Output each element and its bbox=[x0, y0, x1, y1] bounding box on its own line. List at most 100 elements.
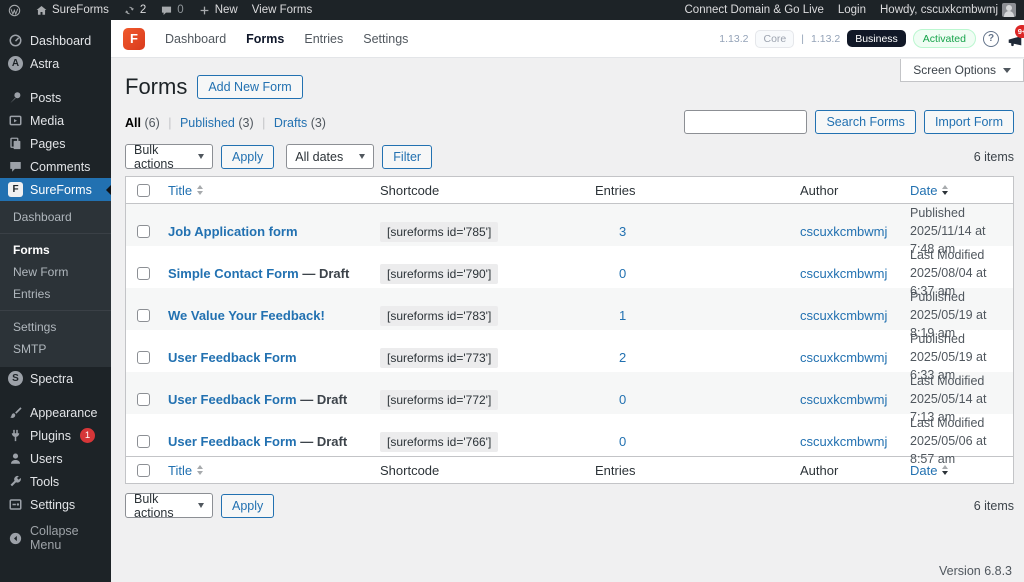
nav-forms[interactable]: Forms bbox=[246, 32, 284, 46]
filter-drafts-link[interactable]: Drafts bbox=[274, 116, 307, 130]
select-all-checkbox[interactable] bbox=[137, 464, 150, 477]
sort-title-header[interactable]: Title bbox=[168, 183, 203, 198]
site-menu[interactable]: SureForms bbox=[35, 4, 109, 17]
bulk-actions-select-bottom[interactable]: Bulk actions bbox=[125, 493, 213, 518]
search-forms-button[interactable]: Search Forms bbox=[815, 110, 916, 134]
sidebar-item-users[interactable]: Users bbox=[0, 447, 111, 470]
row-checkbox[interactable] bbox=[137, 267, 150, 280]
row-checkbox[interactable] bbox=[137, 309, 150, 322]
sort-date-header[interactable]: Date bbox=[910, 183, 948, 198]
sidebar-item-plugins[interactable]: Plugins 1 bbox=[0, 424, 111, 447]
sidebar-item-pages[interactable]: Pages bbox=[0, 132, 111, 155]
sidebar-item-sureforms[interactable]: F SureForms bbox=[0, 178, 111, 201]
filter-all-link[interactable]: All bbox=[125, 116, 141, 130]
screen-options-button[interactable]: Screen Options bbox=[900, 59, 1024, 82]
shortcode-value: [sureforms id='785'] bbox=[380, 222, 498, 242]
sort-title-header[interactable]: Title bbox=[168, 463, 203, 478]
sidebar-separator bbox=[0, 75, 111, 86]
entries-count-link[interactable]: 0 bbox=[619, 266, 626, 281]
submenu-item-forms[interactable]: Forms bbox=[0, 239, 111, 261]
sidebar-item-astra[interactable]: A Astra bbox=[0, 52, 111, 75]
pushpin-icon bbox=[8, 90, 23, 105]
filter-separator: | bbox=[262, 116, 265, 130]
submenu-item-new-form[interactable]: New Form bbox=[0, 261, 111, 283]
updates-count: 2 bbox=[140, 4, 146, 16]
sidebar-item-comments[interactable]: Comments bbox=[0, 155, 111, 178]
connect-domain-link[interactable]: Connect Domain & Go Live bbox=[685, 4, 824, 16]
table-header: Title Shortcode Entries Author Date bbox=[126, 177, 1013, 204]
view-forms-menu[interactable]: View Forms bbox=[252, 4, 313, 16]
brush-icon bbox=[8, 405, 23, 420]
help-icon[interactable]: ? bbox=[983, 31, 999, 47]
entries-count-link[interactable]: 0 bbox=[619, 434, 626, 449]
form-title-link[interactable]: Job Application form bbox=[168, 224, 298, 239]
submenu-item-settings[interactable]: Settings bbox=[0, 316, 111, 338]
sort-date-header[interactable]: Date bbox=[910, 463, 948, 478]
new-content-menu[interactable]: New bbox=[198, 4, 238, 17]
entries-count-link[interactable]: 3 bbox=[619, 224, 626, 239]
author-link[interactable]: cscuxkcmbwmj bbox=[800, 266, 887, 281]
apply-button-bottom[interactable]: Apply bbox=[221, 494, 274, 518]
sureforms-logo[interactable]: F bbox=[123, 28, 145, 50]
howdy-account-menu[interactable]: Howdy, cscuxkcmbwmj bbox=[880, 3, 1016, 17]
comments-menu[interactable]: 0 bbox=[160, 4, 183, 17]
form-title-link[interactable]: User Feedback Form bbox=[168, 434, 297, 449]
submenu-item-dashboard[interactable]: Dashboard bbox=[0, 206, 111, 228]
nav-settings[interactable]: Settings bbox=[363, 32, 408, 46]
row-checkbox[interactable] bbox=[137, 393, 150, 406]
sidebar-item-posts[interactable]: Posts bbox=[0, 86, 111, 109]
pages-icon bbox=[8, 136, 23, 151]
entries-count-link[interactable]: 1 bbox=[619, 308, 626, 323]
nav-entries[interactable]: Entries bbox=[304, 32, 343, 46]
login-link[interactable]: Login bbox=[838, 4, 866, 16]
author-link[interactable]: cscuxkcmbwmj bbox=[800, 392, 887, 407]
form-title-link[interactable]: Simple Contact Form bbox=[168, 266, 299, 281]
author-link[interactable]: cscuxkcmbwmj bbox=[800, 308, 887, 323]
search-input[interactable] bbox=[684, 110, 807, 134]
submenu-item-entries[interactable]: Entries bbox=[0, 283, 111, 305]
updates-menu[interactable]: 2 bbox=[123, 4, 146, 17]
date-status: Last Modified bbox=[910, 372, 1013, 390]
import-form-button[interactable]: Import Form bbox=[924, 110, 1014, 134]
select-all-checkbox[interactable] bbox=[137, 184, 150, 197]
bulk-actions-select[interactable]: Bulk actions bbox=[125, 144, 213, 169]
wordpress-logo-menu[interactable] bbox=[8, 4, 21, 17]
apply-button[interactable]: Apply bbox=[221, 145, 274, 169]
core-version: 1.13.2 bbox=[719, 33, 748, 45]
sidebar-item-appearance[interactable]: Appearance bbox=[0, 401, 111, 424]
sidebar-item-media[interactable]: Media bbox=[0, 109, 111, 132]
filter-button[interactable]: Filter bbox=[382, 145, 432, 169]
plugins-update-badge: 1 bbox=[80, 428, 95, 443]
entries-count-link[interactable]: 0 bbox=[619, 392, 626, 407]
row-checkbox[interactable] bbox=[137, 351, 150, 364]
form-title-link[interactable]: We Value Your Feedback! bbox=[168, 308, 325, 323]
author-link[interactable]: cscuxkcmbwmj bbox=[800, 350, 887, 365]
sidebar-item-settings[interactable]: Settings bbox=[0, 493, 111, 516]
items-count: 6 items bbox=[974, 499, 1014, 513]
date-filter-select[interactable]: All dates bbox=[286, 144, 374, 169]
author-link[interactable]: cscuxkcmbwmj bbox=[800, 224, 887, 239]
row-checkbox[interactable] bbox=[137, 435, 150, 448]
filter-published-link[interactable]: Published bbox=[180, 116, 235, 130]
row-checkbox[interactable] bbox=[137, 225, 150, 238]
entries-header: Entries bbox=[587, 463, 792, 478]
sidebar-item-tools[interactable]: Tools bbox=[0, 470, 111, 493]
sidebar-item-dashboard[interactable]: Dashboard bbox=[0, 29, 111, 52]
submenu-item-smtp[interactable]: SMTP bbox=[0, 338, 111, 360]
sidebar-item-spectra[interactable]: S Spectra bbox=[0, 367, 111, 390]
comments-icon bbox=[160, 4, 173, 17]
notifications-button[interactable]: 9+ bbox=[1006, 29, 1024, 49]
author-link[interactable]: cscuxkcmbwmj bbox=[800, 434, 887, 449]
nav-dashboard[interactable]: Dashboard bbox=[165, 32, 226, 46]
entries-count-link[interactable]: 2 bbox=[619, 350, 626, 365]
notification-count-badge: 9+ bbox=[1015, 25, 1024, 38]
add-new-form-button[interactable]: Add New Form bbox=[197, 75, 302, 99]
submenu-separator bbox=[0, 310, 111, 311]
author-header: Author bbox=[792, 183, 902, 198]
shortcode-value: [sureforms id='790'] bbox=[380, 264, 498, 284]
form-title-link[interactable]: User Feedback Form bbox=[168, 392, 297, 407]
comment-bubble-icon bbox=[8, 159, 23, 174]
form-title-link[interactable]: User Feedback Form bbox=[168, 350, 297, 365]
date-status: Last Modified bbox=[910, 414, 1013, 432]
collapse-menu-button[interactable]: Collapse Menu bbox=[0, 520, 111, 556]
